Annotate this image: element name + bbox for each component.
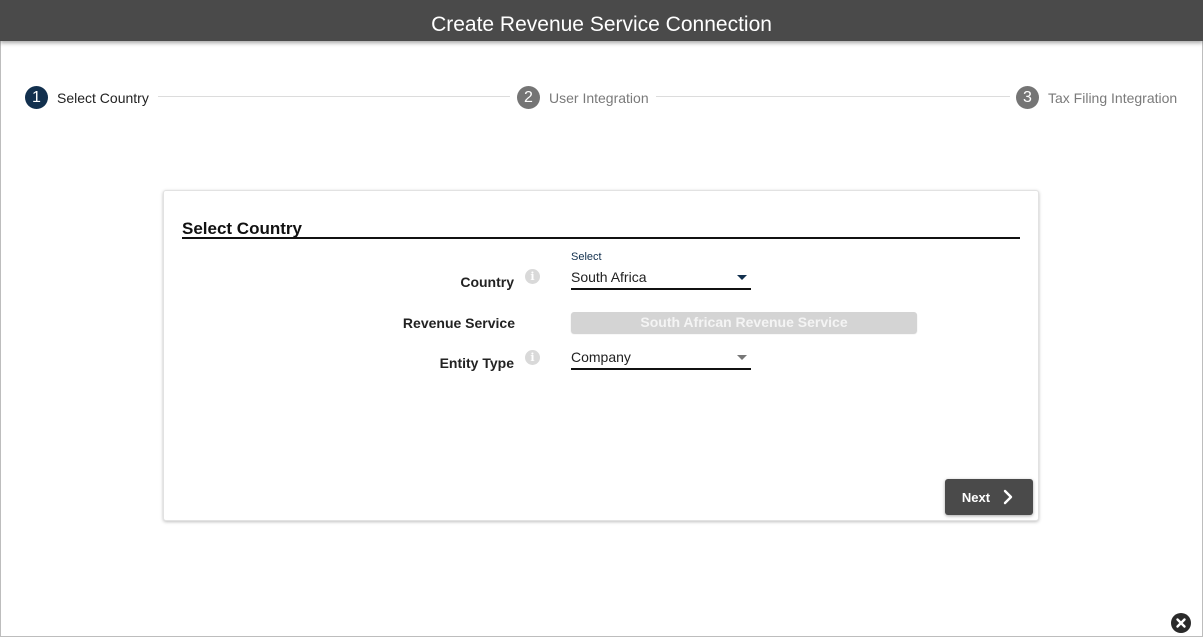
step-tax-filing-integration[interactable]: 3 Tax Filing Integration: [1016, 86, 1177, 109]
country-select-value: South Africa: [571, 269, 647, 285]
revenue-service-value: South African Revenue Service: [571, 312, 917, 333]
card-title-divider: [182, 237, 1020, 239]
step-connector: [158, 96, 510, 97]
next-button[interactable]: Next: [945, 479, 1033, 515]
caret-down-icon: [737, 275, 747, 280]
info-icon[interactable]: i: [525, 350, 540, 365]
step-label: User Integration: [549, 89, 649, 106]
step-user-integration[interactable]: 2 User Integration: [517, 86, 649, 109]
step-connector: [656, 96, 1010, 97]
next-button-label: Next: [961, 489, 991, 505]
close-button[interactable]: [1171, 613, 1191, 633]
step-number: 3: [1016, 86, 1039, 109]
chevron-right-icon: [1003, 489, 1013, 505]
revenue-service-label: Revenue Service: [402, 315, 515, 331]
info-icon[interactable]: i: [525, 269, 540, 284]
country-select[interactable]: South Africa: [571, 268, 751, 290]
step-number: 2: [517, 86, 540, 109]
step-number: 1: [25, 86, 48, 109]
step-label: Tax Filing Integration: [1048, 89, 1178, 106]
select-country-card: Select Country Country i Select South Af…: [163, 190, 1039, 521]
country-floating-label: Select: [571, 251, 602, 263]
entity-type-label: Entity Type: [439, 355, 514, 371]
step-label: Select Country: [57, 89, 149, 106]
dialog-title: Create Revenue Service Connection: [0, 0, 1203, 41]
country-label: Country: [460, 274, 514, 290]
entity-type-select-value: Company: [571, 349, 631, 365]
step-select-country[interactable]: 1 Select Country: [25, 86, 149, 109]
entity-type-select[interactable]: Company: [571, 348, 751, 370]
close-icon: [1176, 618, 1186, 628]
caret-down-icon: [737, 355, 747, 360]
card-title: Select Country: [182, 219, 302, 238]
